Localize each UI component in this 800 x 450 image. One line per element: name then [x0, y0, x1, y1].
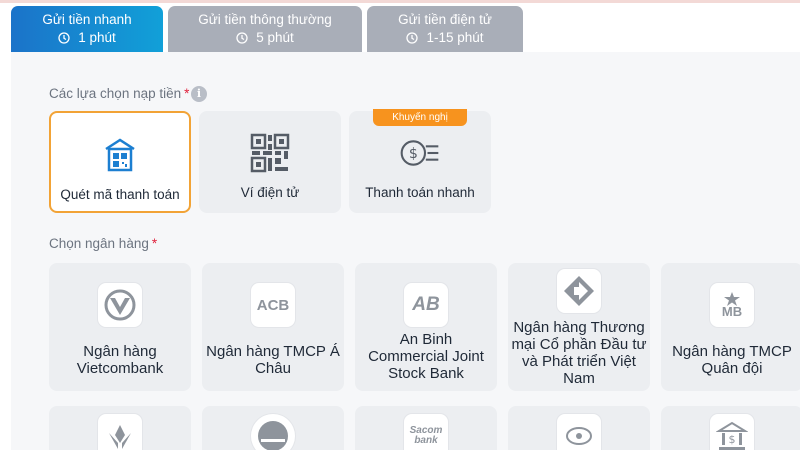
qr-scan-icon: [100, 135, 140, 175]
option-e-wallet[interactable]: Ví điện tử: [199, 111, 341, 213]
fast-payment-icon: $: [400, 133, 440, 173]
option-label: Thanh toán nhanh: [365, 185, 475, 200]
bank-card[interactable]: [49, 406, 191, 450]
bank-sacombank[interactable]: Sacom bank: [355, 406, 497, 450]
tab-title: Gửi tiền thông thường: [198, 12, 332, 27]
info-icon[interactable]: i: [191, 86, 207, 102]
deposit-tabs: Gửi tiền nhanh 1 phút Gửi tiền thông thư…: [11, 6, 523, 52]
bank-vietcombank[interactable]: Ngân hàng Vietcombank: [49, 263, 191, 391]
bank-name: Ngân hàng TMCP Quân đội: [672, 343, 792, 377]
tab-fast-deposit[interactable]: Gửi tiền nhanh 1 phút: [11, 6, 163, 52]
banks-label-text: Chọn ngân hàng: [49, 236, 149, 251]
svg-text:$: $: [409, 146, 418, 162]
required-mark: *: [151, 236, 158, 251]
clock-icon: [236, 32, 248, 44]
bank-card[interactable]: [202, 406, 344, 450]
option-qr-scan[interactable]: Quét mã thanh toán: [49, 111, 191, 213]
mbbank-logo: MB: [710, 283, 754, 327]
tab-time-label: 1 phút: [78, 30, 116, 45]
tab-normal-deposit[interactable]: Gửi tiền thông thường 5 phút: [168, 6, 362, 52]
acb-logo: ACB: [251, 283, 295, 327]
top-accent-line: [0, 0, 800, 3]
tab-time: 1 phút: [58, 29, 116, 47]
bank-mbbank[interactable]: MB Ngân hàng TMCP Quân đội: [661, 263, 800, 391]
sacombank-logo-text-2: bank: [414, 435, 438, 446]
bank-name: Ngân hàng TMCP Á Châu: [206, 343, 340, 377]
clock-icon: [58, 32, 70, 44]
option-label: Ví điện tử: [240, 185, 300, 200]
vietcombank-logo: [98, 283, 142, 327]
clock-icon: [406, 32, 419, 44]
abbank-logo: AB: [404, 283, 448, 327]
deposit-options-label: Các lựa chọn nạp tiền *: [49, 86, 189, 101]
required-mark: *: [184, 86, 190, 101]
tab-title: Gửi tiền nhanh: [42, 12, 132, 27]
tab-time: 1-15 phút: [406, 29, 484, 47]
agribank-logo: [98, 414, 142, 450]
banks-label: Chọn ngân hàng *: [49, 236, 157, 251]
recommended-badge: Khuyến nghị: [373, 109, 467, 126]
bank-name: Ngân hàng Vietcombank: [76, 343, 164, 377]
bank-card[interactable]: $: [661, 406, 800, 450]
option-fast-payment[interactable]: Khuyến nghị $ Thanh toán nhanh: [349, 109, 491, 213]
acb-logo-text: ACB: [256, 296, 290, 314]
bank-abbank[interactable]: AB An Binh Commercial Joint Stock Bank: [355, 263, 497, 391]
bank-name: Ngân hàng Thương mại Cổ phần Đầu tư và P…: [511, 319, 647, 387]
mbbank-logo-text: MB: [721, 304, 743, 319]
bank-card[interactable]: [508, 406, 650, 450]
tab-time-label: 5 phút: [256, 30, 294, 45]
bank-logo: [557, 414, 601, 450]
option-label: Quét mã thanh toán: [60, 187, 180, 202]
qr-code-icon: [250, 133, 290, 173]
bank-logo: [251, 414, 295, 450]
svg-text:$: $: [729, 433, 736, 446]
bank-acb[interactable]: ACB Ngân hàng TMCP Á Châu: [202, 263, 344, 391]
tab-time: 5 phút: [236, 29, 294, 47]
tab-time-label: 1-15 phút: [426, 30, 484, 45]
bank-bidv[interactable]: Ngân hàng Thương mại Cổ phần Đầu tư và P…: [508, 263, 650, 391]
abbank-logo-text: AB: [412, 294, 440, 315]
tab-title: Gửi tiền điện tử: [398, 12, 492, 27]
tab-crypto-deposit[interactable]: Gửi tiền điện tử 1-15 phút: [367, 6, 523, 52]
sacombank-logo: Sacom bank: [404, 414, 448, 450]
bidv-logo: [557, 269, 601, 313]
deposit-options-label-text: Các lựa chọn nạp tiền: [49, 86, 182, 101]
bank-building-icon: $: [710, 414, 754, 450]
bank-name: An Binh Commercial Joint Stock Bank: [368, 331, 484, 382]
